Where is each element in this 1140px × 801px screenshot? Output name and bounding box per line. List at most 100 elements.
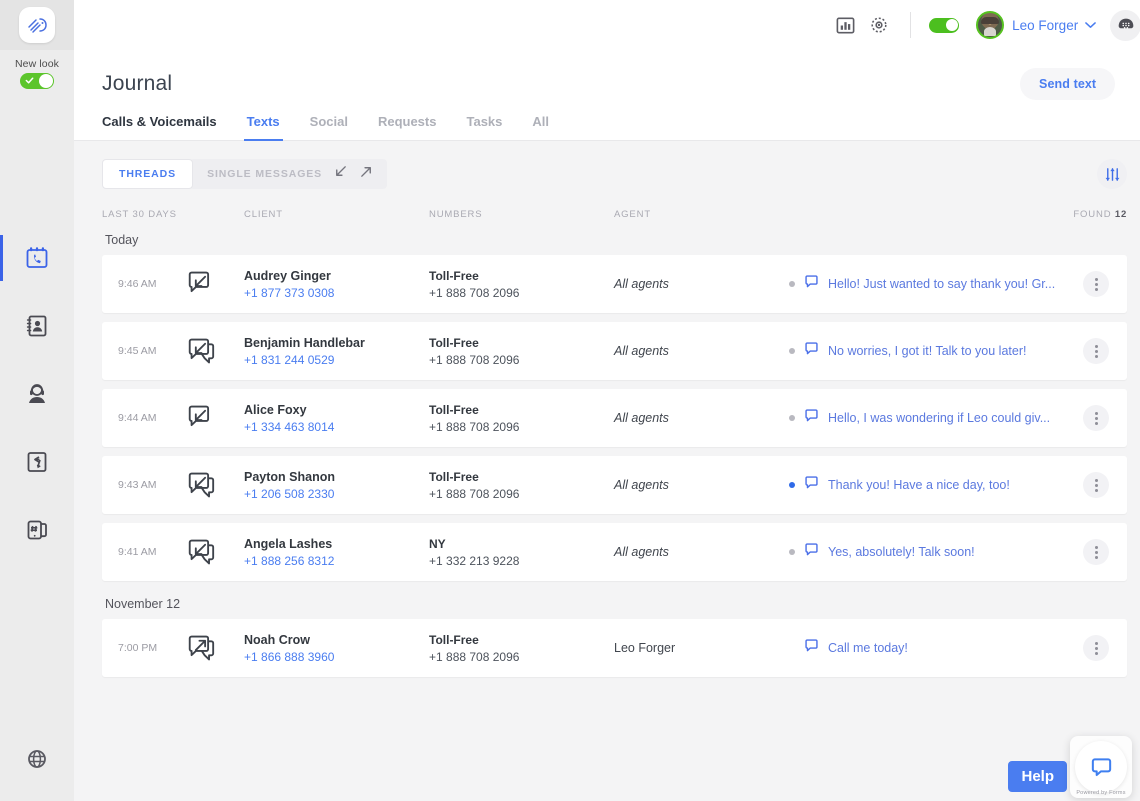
found-count: Found 12 xyxy=(1073,209,1127,220)
row-number: Toll-Free +1 888 708 2096 xyxy=(429,269,614,300)
table-row[interactable]: 9:43 AM Payton Shanon +1 206 508 2330 Toll-… xyxy=(102,456,1128,514)
row-actions xyxy=(1065,271,1127,297)
chevron-down-icon[interactable] xyxy=(1085,16,1097,34)
message-preview: Call me today! xyxy=(828,641,908,655)
tab-calls-voicemails[interactable]: Calls & Voicemails xyxy=(102,114,232,140)
row-number: Toll-Free +1 888 708 2096 xyxy=(429,470,614,501)
client-phone[interactable]: +1 334 463 8014 xyxy=(244,420,429,434)
tab-all[interactable]: All xyxy=(517,114,564,140)
table-row[interactable]: 9:44 AM Alice Foxy +1 334 463 8014 Toll-Fre… xyxy=(102,389,1128,447)
day-group-label: Today xyxy=(105,233,139,247)
number-phone: +1 888 708 2096 xyxy=(429,285,520,300)
row-more-button[interactable] xyxy=(1083,338,1110,364)
column-period: LAST 30 DAYS xyxy=(102,209,177,220)
settings-button[interactable] xyxy=(862,8,896,42)
check-icon xyxy=(25,77,34,84)
send-text-button[interactable]: Send text xyxy=(1020,68,1116,100)
sidebar-item-contacts[interactable] xyxy=(0,307,74,345)
client-phone[interactable]: +1 877 373 0308 xyxy=(244,286,429,300)
row-actions xyxy=(1065,472,1127,498)
availability-toggle[interactable] xyxy=(929,17,960,33)
row-agent: All agents xyxy=(614,478,669,492)
analytics-button[interactable] xyxy=(828,8,862,42)
status-dot xyxy=(789,482,795,488)
message-preview: Yes, absolutely! Talk soon! xyxy=(828,545,975,559)
row-agent: All agents xyxy=(614,344,669,358)
globe-button[interactable] xyxy=(26,748,48,775)
tab-tasks[interactable]: Tasks xyxy=(451,114,517,140)
row-message[interactable]: Thank you! Have a nice day, too! xyxy=(789,475,1065,495)
single-messages-toggle[interactable]: SINGLE MESSAGES xyxy=(189,159,388,189)
row-actions xyxy=(1065,405,1127,431)
threads-toggle[interactable]: THREADS xyxy=(102,159,194,189)
row-more-button[interactable] xyxy=(1083,405,1110,431)
message-bubble-icon xyxy=(804,274,819,294)
single-messages-label: SINGLE MESSAGES xyxy=(207,168,323,180)
message-preview: Hello, I was wondering if Leo could giv.… xyxy=(828,411,1051,425)
row-message[interactable]: No worries, I got it! Talk to you later! xyxy=(789,341,1065,361)
row-time: 9:45 AM xyxy=(118,345,157,357)
client-name: Audrey Ginger xyxy=(244,268,331,283)
number-phone: +1 888 708 2096 xyxy=(429,486,520,501)
phone-hash-icon xyxy=(27,520,47,540)
number-label: Toll-Free xyxy=(429,268,479,283)
row-message[interactable]: Hello! Just wanted to say thank you! Gr.… xyxy=(789,274,1065,294)
row-message[interactable]: Hello, I was wondering if Leo could giv.… xyxy=(789,408,1065,428)
new-look-toggle[interactable] xyxy=(19,73,54,89)
filter-button[interactable] xyxy=(1097,159,1128,189)
row-more-button[interactable] xyxy=(1083,472,1110,498)
row-direction-icon xyxy=(186,633,244,664)
page-header: Journal Send text xyxy=(74,50,1140,100)
sidebar-item-journal[interactable] xyxy=(0,235,74,281)
tab-requests[interactable]: Requests xyxy=(363,114,452,140)
bar-chart-icon xyxy=(836,17,855,33)
table-row[interactable]: 9:46 AM Audrey Ginger +1 877 373 0308 Toll-… xyxy=(102,255,1128,313)
row-time: 9:44 AM xyxy=(118,412,157,424)
help-button[interactable]: Help xyxy=(1008,761,1067,792)
client-phone[interactable]: +1 831 244 0529 xyxy=(244,353,429,367)
calendar-phone-icon xyxy=(26,247,48,268)
row-more-button[interactable] xyxy=(1083,635,1110,661)
filter-sliders-icon xyxy=(1105,167,1120,181)
left-rail: New look xyxy=(0,0,74,801)
table-row[interactable]: 9:45 AM Benjamin Handlebar +1 831 244 0529… xyxy=(102,322,1128,380)
row-more-button[interactable] xyxy=(1083,271,1110,297)
chat-widget[interactable]: Powered by Forms xyxy=(1070,736,1132,798)
client-name: Noah Crow xyxy=(244,632,310,647)
table-row[interactable]: 7:00 PM Noah Crow +1 866 888 3960 Toll-Free… xyxy=(102,619,1128,677)
row-direction-icon xyxy=(186,403,244,434)
app-logo[interactable] xyxy=(19,7,55,43)
table-row[interactable]: 9:41 AM Angela Lashes +1 888 256 8312 NY +1 … xyxy=(102,523,1128,581)
row-message[interactable]: Call me today! xyxy=(789,638,1065,658)
page-title: Journal xyxy=(102,72,173,95)
client-phone[interactable]: +1 866 888 3960 xyxy=(244,650,429,664)
sidebar-item-numbers[interactable] xyxy=(0,511,74,549)
avatar[interactable] xyxy=(976,11,1005,39)
status-dot xyxy=(789,645,795,651)
number-label: Toll-Free xyxy=(429,469,479,484)
client-phone[interactable]: +1 206 508 2330 xyxy=(244,487,429,501)
message-bubble-icon xyxy=(804,408,819,428)
incoming-message-icon xyxy=(188,472,215,497)
dialpad-button[interactable] xyxy=(1110,9,1140,41)
client-phone[interactable]: +1 888 256 8312 xyxy=(244,554,429,568)
row-message[interactable]: Yes, absolutely! Talk soon! xyxy=(789,542,1065,562)
new-look-switcher[interactable]: New look xyxy=(15,58,59,89)
message-bubble-icon xyxy=(804,542,819,562)
hand-wave-logo-icon xyxy=(28,18,47,33)
number-phone: +1 888 708 2096 xyxy=(429,649,520,664)
number-phone: +1 888 708 2096 xyxy=(429,352,520,367)
arrow-down-left-icon[interactable] xyxy=(333,164,348,184)
row-more-button[interactable] xyxy=(1083,539,1110,565)
view-mode-switch: THREADS SINGLE MESSAGES xyxy=(102,159,388,189)
sidebar-item-agents[interactable] xyxy=(0,375,74,413)
column-client: CLIENT xyxy=(244,209,283,220)
row-time: 7:00 PM xyxy=(118,642,158,654)
arrow-up-right-icon[interactable] xyxy=(359,164,374,184)
row-actions xyxy=(1065,635,1127,661)
user-name[interactable]: Leo Forger xyxy=(1012,18,1078,33)
tab-texts[interactable]: Texts xyxy=(232,114,295,141)
sidebar-item-call-flows[interactable] xyxy=(0,443,74,481)
row-agent: All agents xyxy=(614,545,669,559)
tab-social[interactable]: Social xyxy=(295,114,363,140)
